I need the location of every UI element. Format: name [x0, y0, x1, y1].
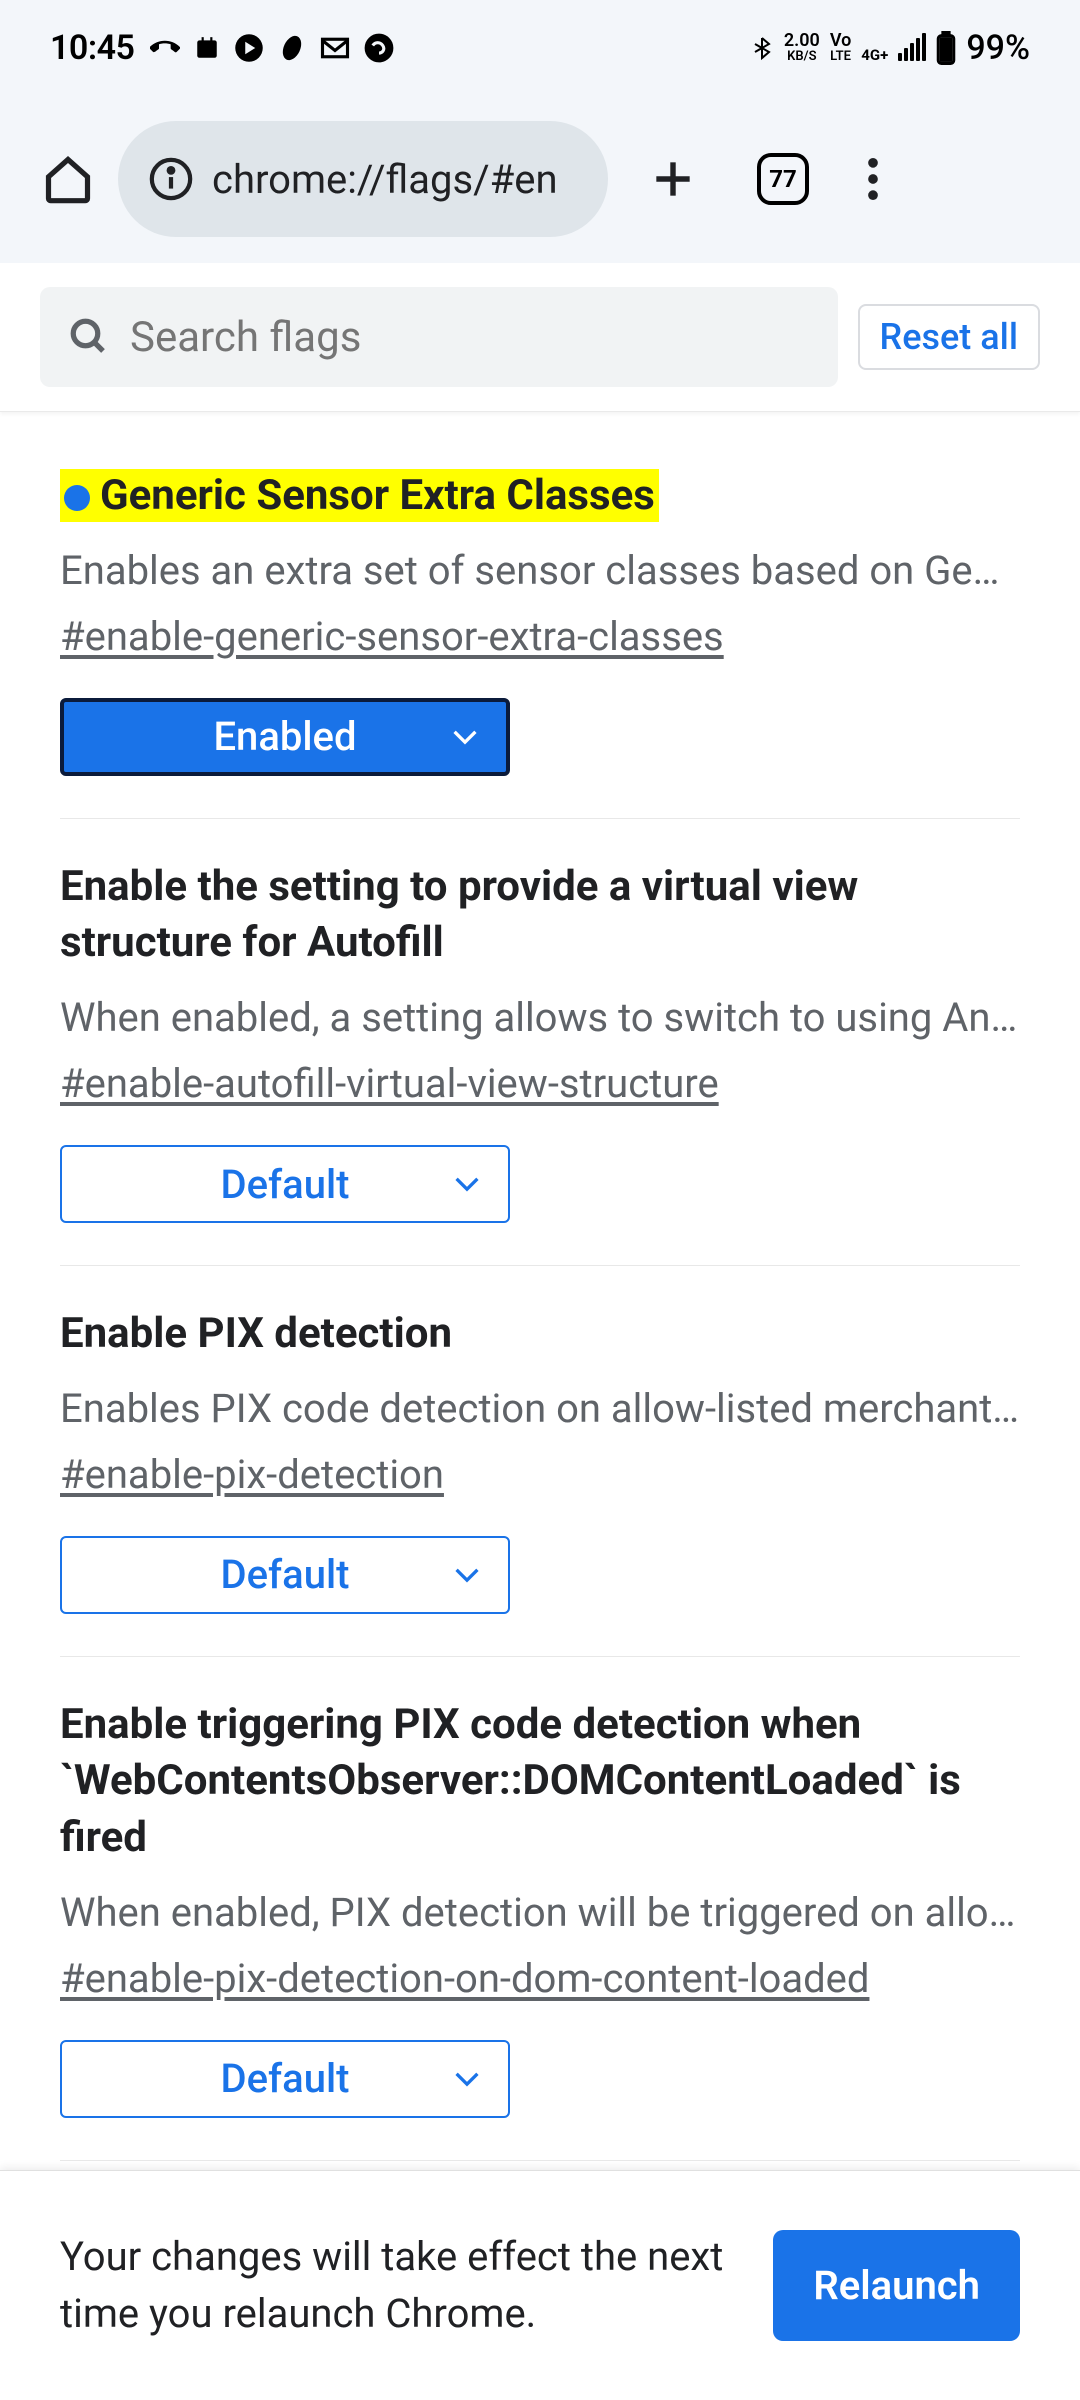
search-flags-box[interactable]	[40, 287, 838, 387]
page-content: Reset all Generic Sensor Extra Classes En…	[0, 263, 1080, 2400]
tab-count-badge: 77	[757, 153, 809, 205]
flag-description: When enabled, a setting allows to switch…	[60, 990, 1020, 1046]
flag-anchor-link[interactable]: #enable-pix-detection	[60, 1451, 444, 1498]
flag-title: Enable PIX detection	[60, 1309, 452, 1358]
lte-label: LTE	[830, 50, 851, 63]
signal-bars-icon	[898, 35, 926, 61]
play-icon	[234, 33, 264, 63]
flag-title-row: Enable triggering PIX code detection whe…	[60, 1697, 1020, 1867]
url-text: chrome://flags/#en	[212, 156, 558, 203]
url-bar[interactable]: chrome://flags/#en	[118, 121, 608, 237]
status-icons-left	[150, 33, 394, 63]
flag-state-label: Default	[221, 1161, 350, 1208]
modified-dot-icon	[64, 485, 90, 511]
flag-description: Enables an extra set of sensor classes b…	[60, 543, 1020, 599]
flag-title-row: Enable PIX detection	[60, 1306, 1020, 1363]
calendar-icon	[194, 35, 220, 61]
flag-item: Enable triggering PIX code detection whe…	[60, 1657, 1020, 2161]
home-button[interactable]	[38, 153, 98, 205]
signal-type: 4G+	[861, 46, 888, 64]
flag-description: Enables PIX code detection on allow-list…	[60, 1381, 1020, 1437]
browser-toolbar: chrome://flags/#en 77	[0, 95, 1080, 263]
status-bar-left: 10:45	[50, 28, 394, 68]
new-tab-button[interactable]	[628, 154, 718, 204]
flag-description: When enabled, PIX detection will be trig…	[60, 1885, 1020, 1941]
status-time: 10:45	[50, 28, 134, 68]
flag-anchor-link[interactable]: #enable-generic-sensor-extra-classes	[60, 613, 724, 660]
battery-percent: 99%	[966, 28, 1030, 68]
flag-anchor-link[interactable]: #enable-autofill-virtual-view-structure	[60, 1060, 719, 1107]
status-bar-right: 2.00 KB/S Vo LTE 4G+ 99%	[750, 28, 1030, 68]
network-speed-unit: KB/S	[787, 50, 816, 63]
volte-indicator: Vo LTE	[830, 32, 851, 63]
relaunch-message: Your changes will take effect the next t…	[60, 2229, 733, 2343]
search-icon	[68, 316, 110, 358]
battery-icon	[936, 31, 956, 65]
flag-title: Generic Sensor Extra Classes	[60, 469, 659, 522]
network-speed-value: 2.00	[784, 32, 820, 50]
relaunch-button[interactable]: Relaunch	[773, 2230, 1020, 2341]
flags-list: Generic Sensor Extra Classes Enables an e…	[0, 412, 1080, 2161]
chevron-down-icon	[454, 1176, 480, 1192]
flag-title-row: Generic Sensor Extra Classes	[60, 468, 1020, 525]
bluetooth-icon	[750, 31, 774, 65]
swirl-icon	[364, 33, 394, 63]
network-speed: 2.00 KB/S	[784, 32, 820, 63]
volte-label: Vo	[830, 32, 851, 50]
info-icon	[148, 156, 194, 202]
flag-state-dropdown[interactable]: Default	[60, 1536, 510, 1614]
flag-state-dropdown[interactable]: Default	[60, 1145, 510, 1223]
flag-state-label: Default	[221, 2055, 350, 2102]
menu-button[interactable]	[848, 158, 898, 200]
missed-call-icon	[150, 33, 180, 63]
tab-switcher-button[interactable]: 77	[738, 153, 828, 205]
flag-title: Enable the setting to provide a virtual …	[60, 862, 858, 968]
flag-title-row: Enable the setting to provide a virtual …	[60, 859, 1020, 972]
search-flags-input[interactable]	[130, 313, 810, 362]
reset-all-button[interactable]: Reset all	[858, 304, 1040, 370]
chevron-down-icon	[454, 1567, 480, 1583]
flag-state-label: Enabled	[213, 713, 356, 760]
flag-item: Enable PIX detection Enables PIX code det…	[60, 1266, 1020, 1657]
status-bar: 10:45 2.00 K	[0, 0, 1080, 95]
flag-item: Generic Sensor Extra Classes Enables an e…	[60, 412, 1020, 819]
relaunch-bar: Your changes will take effect the next t…	[0, 2170, 1080, 2400]
flag-state-dropdown[interactable]: Enabled	[60, 698, 510, 776]
chevron-down-icon	[452, 729, 478, 745]
gmail-icon	[320, 33, 350, 63]
flag-state-label: Default	[221, 1551, 350, 1598]
leaf-icon	[278, 34, 306, 62]
flag-title: Enable triggering PIX code detection whe…	[60, 1700, 961, 1862]
chevron-down-icon	[454, 2071, 480, 2087]
flag-item: Enable the setting to provide a virtual …	[60, 819, 1020, 1266]
flag-anchor-link[interactable]: #enable-pix-detection-on-dom-content-loa…	[60, 1955, 869, 2002]
search-row: Reset all	[0, 263, 1080, 412]
flag-state-dropdown[interactable]: Default	[60, 2040, 510, 2118]
